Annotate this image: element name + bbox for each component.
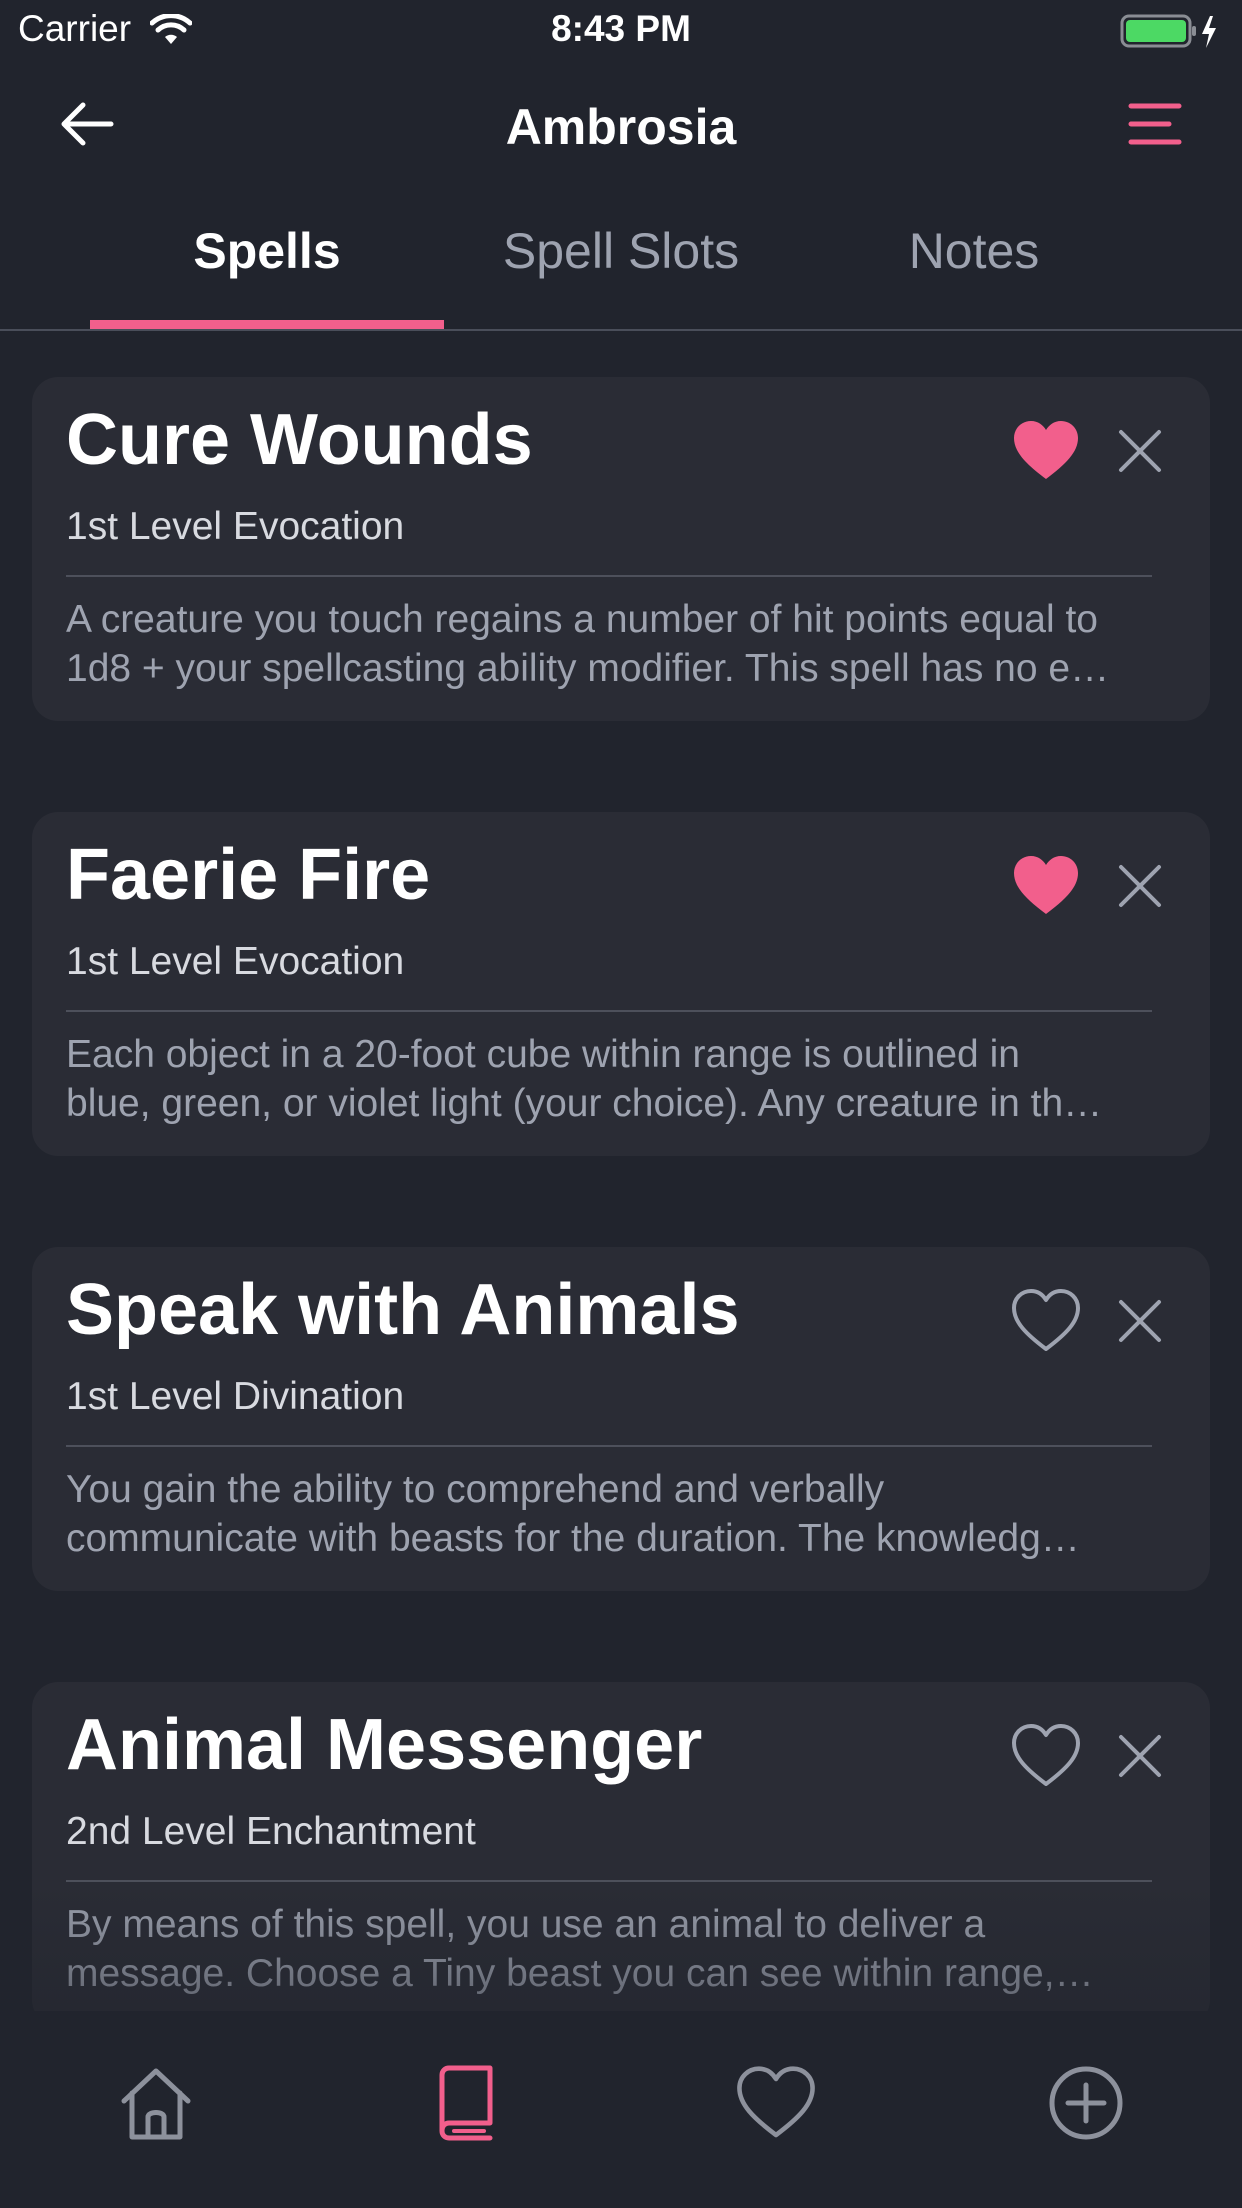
spell-level-school: 1st Level Evocation: [66, 940, 405, 983]
heart-filled-icon: [1014, 421, 1078, 479]
heart-filled-icon: [1014, 856, 1078, 914]
description-line: message. Choose a Tiny beast you can see…: [66, 1952, 1094, 1995]
spell-description: You gain the ability to comprehend and v…: [66, 1465, 1156, 1563]
app-screen: Carrier 8:43 PM Ambrosia Spells Spell Sl…: [0, 0, 1242, 2208]
segmented-tabs: Spells Spell Slots Notes: [0, 192, 1242, 331]
menu-icon: [1128, 103, 1182, 145]
spell-level-school: 2nd Level Enchantment: [66, 1810, 476, 1853]
remove-spell-button[interactable]: [1108, 1289, 1172, 1353]
active-tab-indicator: [90, 320, 444, 329]
heart-outline-icon: [1012, 1289, 1080, 1351]
tabbar-spellbook-button[interactable]: [416, 2053, 516, 2153]
heart-outline-icon: [1012, 1724, 1080, 1786]
battery-charging-icon: [1120, 14, 1216, 48]
tabbar-favorites-button[interactable]: [726, 2053, 826, 2153]
description-line: By means of this spell, you use an anima…: [66, 1903, 986, 1946]
card-divider: [66, 1010, 1152, 1012]
close-icon: [1119, 1300, 1161, 1342]
add-circle-icon: [1049, 2066, 1123, 2140]
spell-description: By means of this spell, you use an anima…: [66, 1900, 1156, 1998]
spell-card[interactable]: Speak with Animals 1st Level Divination …: [32, 1247, 1210, 1591]
favorite-button[interactable]: [1008, 1283, 1084, 1359]
spell-card[interactable]: Faerie Fire 1st Level Evocation Each obj…: [32, 812, 1210, 1156]
tabbar-add-button[interactable]: [1036, 2053, 1136, 2153]
description-line: You gain the ability to comprehend and v…: [66, 1468, 885, 1511]
spell-description: A creature you touch regains a number of…: [66, 595, 1156, 693]
spell-level-school: 1st Level Divination: [66, 1375, 405, 1418]
spell-description: Each object in a 20-foot cube within ran…: [66, 1030, 1156, 1128]
spell-level-school: 1st Level Evocation: [66, 505, 405, 548]
description-line: A creature you touch regains a number of…: [66, 598, 1098, 641]
description-line: 1d8 + your spellcasting ability modifier…: [66, 647, 1110, 690]
close-icon: [1119, 430, 1161, 472]
tabbar-home-button[interactable]: [106, 2053, 206, 2153]
description-line: communicate with beasts for the duration…: [66, 1517, 1080, 1560]
description-line: blue, green, or violet light (your choic…: [66, 1082, 1103, 1125]
spell-name: Speak with Animals: [66, 1270, 740, 1350]
close-icon: [1119, 1735, 1161, 1777]
status-bar: Carrier 8:43 PM: [0, 0, 1242, 62]
spell-list[interactable]: Cure Wounds 1st Level Evocation A creatu…: [0, 331, 1242, 2011]
favorite-button[interactable]: [1008, 1718, 1084, 1794]
favorite-button[interactable]: [1008, 848, 1084, 924]
tab-spell-slots[interactable]: Spell Slots: [444, 192, 798, 329]
home-icon: [121, 2068, 191, 2140]
spell-name: Animal Messenger: [66, 1705, 703, 1785]
remove-spell-button[interactable]: [1108, 1724, 1172, 1788]
book-icon: [439, 2065, 493, 2141]
menu-button[interactable]: [1120, 94, 1190, 154]
remove-spell-button[interactable]: [1108, 419, 1172, 483]
card-divider: [66, 575, 1152, 577]
tab-notes[interactable]: Notes: [797, 192, 1151, 329]
close-icon: [1119, 865, 1161, 907]
spell-card[interactable]: Cure Wounds 1st Level Evocation A creatu…: [32, 377, 1210, 721]
remove-spell-button[interactable]: [1108, 854, 1172, 918]
spell-name: Cure Wounds: [66, 400, 533, 480]
nav-bar: Ambrosia: [0, 62, 1242, 192]
spell-name: Faerie Fire: [66, 835, 431, 915]
status-time: 8:43 PM: [551, 8, 691, 49]
spell-card[interactable]: Animal Messenger 2nd Level Enchantment B…: [32, 1682, 1210, 2011]
bottom-tab-bar: [0, 2011, 1242, 2208]
heart-icon: [737, 2066, 815, 2138]
tab-spells[interactable]: Spells: [90, 192, 444, 329]
description-line: Each object in a 20-foot cube within ran…: [66, 1033, 1020, 1076]
page-title: Ambrosia: [505, 99, 737, 155]
card-divider: [66, 1880, 1152, 1882]
card-divider: [66, 1445, 1152, 1447]
favorite-button[interactable]: [1008, 413, 1084, 489]
